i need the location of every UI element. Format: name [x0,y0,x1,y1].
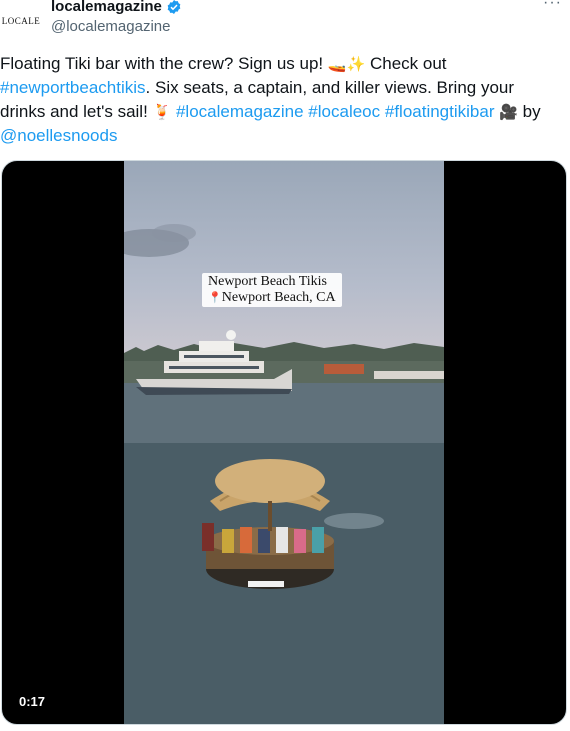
video-player[interactable]: Newport Beach Tikis 📍Newport Beach, CA 0… [1,160,567,725]
more-options-icon[interactable]: ··· [543,0,562,12]
location-pin-icon: 📍 [208,291,222,304]
video-location-overlay: Newport Beach Tikis 📍Newport Beach, CA [202,273,342,307]
tweet-text-segment: by [517,102,541,121]
mention-noellesnoods-link[interactable]: @noellesnoods [0,126,117,145]
verified-badge-icon [167,0,181,14]
movie-camera-emoji: 🎥 [499,103,518,121]
overlay-location-line: 📍Newport Beach, CA [208,290,336,306]
author-handle[interactable]: @localemagazine [51,18,170,35]
video-scene-illustration [124,224,444,724]
tropical-drink-emoji: 🍹 [152,103,172,121]
author-display-name[interactable]: localemagazine [51,0,162,15]
hashtag-localemagazine-link[interactable]: #localemagazine [176,102,304,121]
author-name-row: localemagazine [51,0,182,15]
speedboat-sparkles-emoji: 🚤✨ [327,55,366,73]
hashtag-floatingtikibar-link[interactable]: #floatingtikibar [385,102,495,121]
video-duration: 0:17 [16,693,49,710]
video-frame[interactable]: Newport Beach Tikis 📍Newport Beach, CA [124,161,444,724]
hashtag-localeoc-link[interactable]: #localeoc [308,102,380,121]
avatar[interactable]: LOCALE [0,0,42,42]
tweet-text-segment: Check out [365,54,447,73]
hashtag-newportbeachtikis-link[interactable]: #newportbeachtikis [0,78,146,97]
tweet-text-segment: Floating Tiki bar with the crew? Sign us… [0,54,328,73]
avatar-logo-text: LOCALE [1,16,41,26]
overlay-location-text: Newport Beach, CA [221,290,336,305]
tweet-text: Floating Tiki bar with the crew? Sign us… [0,52,560,148]
overlay-business-name: Newport Beach Tikis [208,274,327,289]
